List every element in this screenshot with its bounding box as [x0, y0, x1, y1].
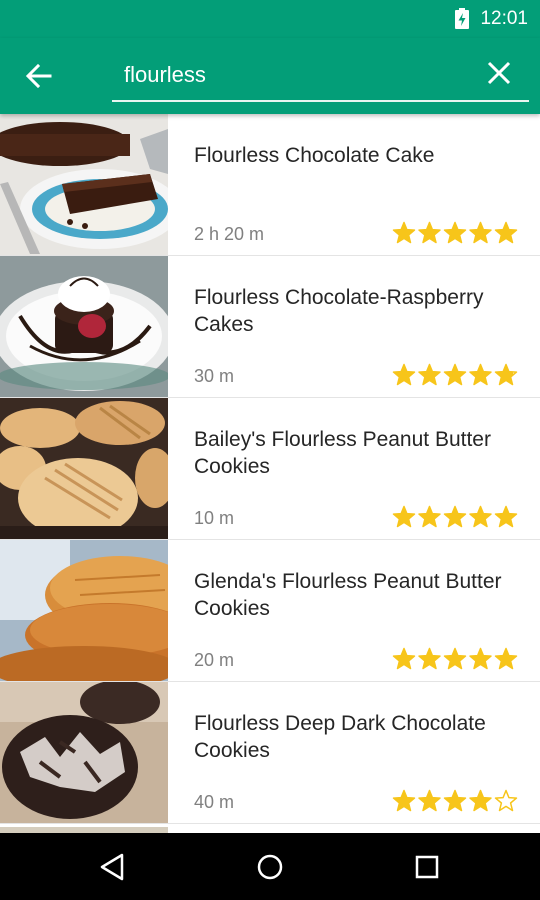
star-half-icon	[494, 363, 518, 386]
star-filled-icon	[418, 221, 441, 244]
system-navigation-bar	[0, 833, 540, 900]
star-filled-icon	[392, 647, 416, 670]
star-filled-icon	[443, 221, 467, 244]
recipe-title: Flourless Chocolate-Raspberry Cakes	[194, 286, 484, 336]
recipe-title: Flourless Deep Dark Chocolate Cookies	[194, 712, 486, 762]
star-filled-icon	[392, 789, 416, 812]
star-filled-icon	[494, 505, 518, 528]
recipe-thumbnail	[0, 114, 168, 255]
recipe-time: 40 m	[194, 792, 235, 812]
arrow-back-icon[interactable]	[22, 60, 56, 92]
list-item-partial	[0, 824, 540, 833]
triangle-back-icon[interactable]	[96, 850, 130, 884]
star-filled-icon	[443, 505, 467, 528]
star-filled-icon	[392, 505, 416, 528]
star-filled-icon	[418, 789, 441, 812]
recipe-time: 2 h 20 m	[194, 224, 265, 244]
star-filled-icon	[469, 221, 492, 244]
search-field	[112, 38, 529, 102]
star-rating	[392, 788, 518, 814]
recipe-row[interactable]: Flourless Deep Dark Chocolate Cookies 40…	[0, 682, 540, 824]
recipe-title: Bailey's Flourless Peanut Butter Cookies	[194, 428, 491, 478]
star-rating	[392, 504, 518, 530]
status-bar: 12:01	[0, 0, 540, 38]
star-filled-icon	[469, 505, 492, 528]
recipe-thumbnail	[0, 540, 168, 681]
recipe-row[interactable]: Flourless Chocolate-Raspberry Cakes 30 m	[0, 256, 540, 398]
recipe-row[interactable]: Flourless Chocolate Cake 2 h 20 m	[0, 114, 540, 256]
star-filled-icon	[418, 363, 441, 386]
recipe-time: 20 m	[194, 650, 235, 670]
star-rating-icons	[392, 221, 518, 244]
recipe-title: Glenda's Flourless Peanut Butter Cookies	[194, 570, 502, 620]
status-clock: 12:01	[480, 8, 528, 29]
star-rating-icons	[392, 363, 518, 386]
star-filled-icon	[392, 221, 416, 244]
close-icon[interactable]	[484, 58, 514, 88]
star-outline-icon	[494, 789, 518, 812]
recipe-row[interactable]: Bailey's Flourless Peanut Butter Cookies…	[0, 398, 540, 540]
search-input[interactable]	[124, 58, 464, 92]
star-filled-icon	[494, 647, 518, 670]
star-filled-icon	[443, 363, 467, 386]
star-rating-icons	[392, 505, 518, 528]
recipe-thumbnail	[0, 256, 168, 397]
square-recents-icon[interactable]	[410, 850, 444, 884]
recipe-thumbnail	[0, 682, 168, 823]
recipe-results-list: Flourless Chocolate Cake 2 h 20 m Flourl…	[0, 114, 540, 833]
star-filled-icon	[443, 789, 467, 812]
recipe-thumbnail	[0, 398, 168, 539]
recipe-row[interactable]: Glenda's Flourless Peanut Butter Cookies…	[0, 540, 540, 682]
recipe-time: 30 m	[194, 366, 235, 386]
search-app-bar	[0, 38, 540, 114]
star-filled-icon	[469, 363, 492, 386]
circle-home-icon[interactable]	[253, 850, 287, 884]
star-filled-icon	[392, 363, 416, 386]
star-rating	[392, 220, 518, 246]
recipe-time: 10 m	[194, 508, 235, 528]
star-filled-icon	[469, 647, 492, 670]
star-rating	[392, 362, 518, 388]
star-rating	[392, 646, 518, 672]
star-filled-icon	[494, 221, 518, 244]
star-filled-icon	[418, 647, 441, 670]
star-rating-icons	[392, 647, 518, 670]
star-filled-icon	[443, 647, 467, 670]
star-filled-icon	[469, 789, 492, 812]
star-rating-icons	[392, 789, 518, 812]
battery-charging-icon	[455, 8, 469, 29]
recipe-title: Flourless Chocolate Cake	[194, 144, 435, 167]
star-filled-icon	[418, 505, 441, 528]
